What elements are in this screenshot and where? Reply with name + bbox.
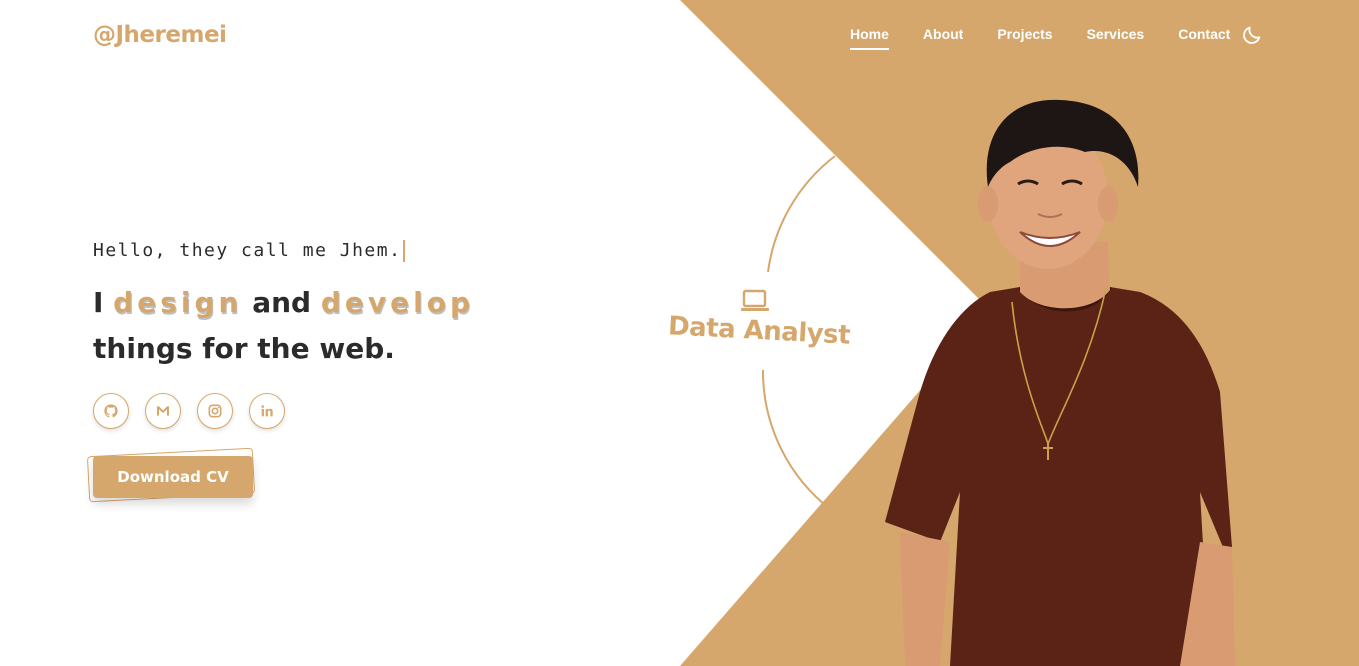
github-link[interactable] xyxy=(93,393,129,429)
headline-line-2: things for the web. xyxy=(93,332,395,365)
main-nav: Home About Projects Services Contact xyxy=(850,26,1264,50)
nav-link-services[interactable]: Services xyxy=(1087,26,1145,48)
laptop-icon xyxy=(741,289,769,311)
hero-headline: I design and develop things for the web. xyxy=(93,280,474,372)
profile-portrait xyxy=(885,99,1235,666)
greeting-text: Hello, they call me Jhem. xyxy=(93,240,402,261)
social-links xyxy=(93,393,301,429)
nav-link-contact[interactable]: Contact xyxy=(1178,26,1230,48)
headline-line-1: I design and develop xyxy=(93,280,474,326)
site-logo[interactable]: @Jheremei xyxy=(93,22,227,48)
headline-accent-design: design xyxy=(113,286,243,319)
typing-caret xyxy=(403,240,406,262)
headline-prefix: I xyxy=(93,286,104,319)
moon-icon[interactable] xyxy=(1241,24,1263,46)
nav-link-about[interactable]: About xyxy=(923,26,963,48)
download-cv-button[interactable]: Download CV xyxy=(93,456,253,498)
hero-greeting: Hello, they call me Jhem. xyxy=(93,240,406,262)
instagram-icon xyxy=(208,404,222,418)
github-icon xyxy=(104,404,118,418)
headline-accent-develop: develop xyxy=(320,286,474,319)
nav-link-home[interactable]: Home xyxy=(850,26,889,50)
gmail-icon xyxy=(157,406,169,416)
linkedin-link[interactable] xyxy=(249,393,285,429)
linkedin-icon xyxy=(261,405,273,417)
headline-mid: and xyxy=(252,286,312,319)
download-cv-wrapper: Download CV xyxy=(86,447,258,503)
instagram-link[interactable] xyxy=(197,393,233,429)
nav-link-projects[interactable]: Projects xyxy=(997,26,1052,48)
gmail-link[interactable] xyxy=(145,393,181,429)
